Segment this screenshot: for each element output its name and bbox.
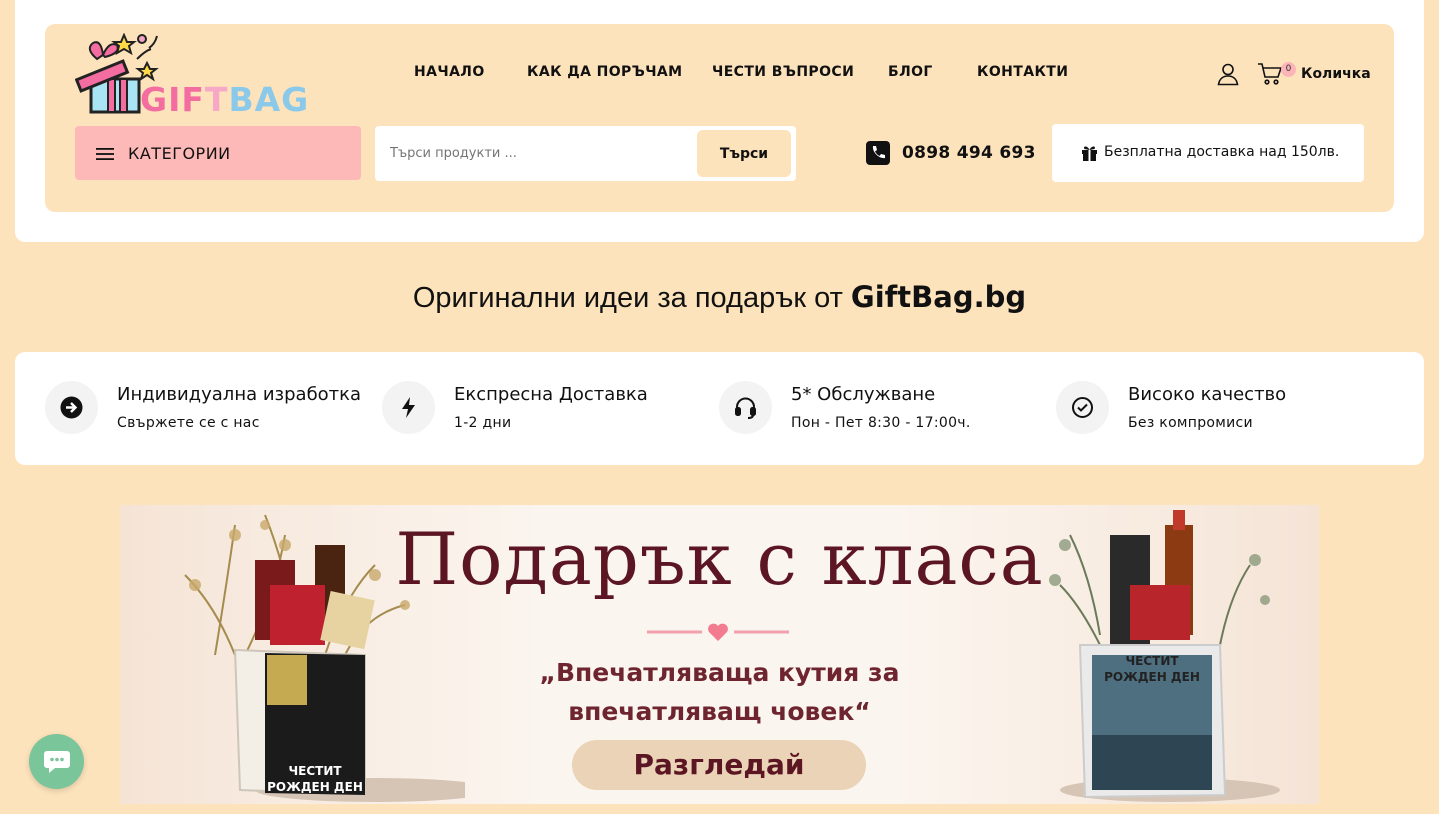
search-button[interactable]: Търси	[697, 130, 791, 177]
feature-service: 5* Обслужване Пон - Пет 8:30 - 17:00ч.	[719, 352, 1059, 465]
cart-count-badge: 0	[1281, 62, 1296, 77]
feature-quality: Високо качество Без компромиси	[1056, 352, 1396, 465]
categories-label: КАТЕГОРИИ	[128, 144, 231, 163]
feature-subtitle: Без компромиси	[1128, 415, 1253, 431]
page-tagline: Оригинални идеи за подарък от GiftBag.bg	[0, 280, 1439, 315]
tagline-brand: GiftBag.bg	[850, 280, 1027, 314]
banner-box-label-line2: РОЖДЕН ДЕН	[267, 780, 363, 794]
feature-subtitle[interactable]: Свържете се с нас	[117, 415, 260, 431]
nav-faq[interactable]: ЧЕСТИ ВЪПРОСИ	[712, 64, 854, 80]
nav-contacts[interactable]: КОНТАКТИ	[977, 64, 1068, 80]
heart-divider-icon	[647, 623, 789, 641]
user-account-icon[interactable]	[1216, 62, 1240, 86]
feature-title: Експресна Доставка	[454, 384, 648, 405]
lightning-icon	[382, 381, 435, 434]
feature-title: Високо качество	[1128, 384, 1287, 405]
cart-label[interactable]: Количка	[1301, 66, 1371, 82]
banner-box-label-line1: ЧЕСТИТ	[288, 764, 342, 778]
logo-wordmark: GIFTBAG	[140, 80, 310, 119]
search-bar: Търси	[375, 126, 796, 181]
search-input[interactable]	[381, 130, 691, 177]
browse-button[interactable]: Разгледай	[572, 740, 866, 790]
feature-subtitle: Пон - Пет 8:30 - 17:00ч.	[791, 415, 971, 431]
banner-quote-line2: впечатляващ човек“	[568, 697, 871, 726]
banner-title: Подарък с класа	[395, 517, 1044, 601]
cart-icon[interactable]	[1257, 62, 1283, 86]
banner-quote: „Впечатляваща кутия за впечатляващ човек…	[120, 653, 1319, 731]
free-delivery-text: Безплатна доставка над 150лв.	[1104, 144, 1340, 160]
feature-custom-made: Индивидуална изработка Свържете се с нас	[45, 352, 385, 465]
check-circle-icon	[1056, 381, 1109, 434]
arrow-right-circle-icon	[45, 381, 98, 434]
feature-title: 5* Обслужване	[791, 384, 936, 405]
phone-icon	[866, 141, 890, 165]
gift-icon	[1082, 146, 1097, 161]
nav-how-to-order[interactable]: КАК ДА ПОРЪЧАМ	[527, 64, 683, 80]
tagline-text: Оригинални идеи за подарък от	[412, 282, 851, 314]
phone-number[interactable]: 0898 494 693	[902, 143, 1036, 163]
feature-subtitle: 1-2 дни	[454, 415, 512, 431]
chat-bubble-icon	[44, 751, 70, 773]
feature-title: Индивидуална изработка	[117, 384, 362, 405]
chat-button[interactable]	[29, 734, 84, 789]
banner-quote-line1: „Впечатляваща кутия за	[539, 658, 900, 687]
feature-express-delivery: Експресна Доставка 1-2 дни	[382, 352, 722, 465]
features-bar: Индивидуална изработка Свържете се с нас…	[15, 352, 1424, 465]
menu-icon	[96, 148, 114, 160]
hero-banner[interactable]: ЧЕСТИТ РОЖДЕН ДЕН ЧЕСТИТ РОЖДЕН ДЕН Пода…	[120, 505, 1319, 804]
categories-button[interactable]: КАТЕГОРИИ	[75, 126, 361, 180]
nav-home[interactable]: НАЧАЛО	[414, 64, 485, 80]
headset-icon	[719, 381, 772, 434]
nav-blog[interactable]: БЛОГ	[888, 64, 933, 80]
free-delivery-box: Безплатна доставка над 150лв.	[1052, 124, 1364, 182]
